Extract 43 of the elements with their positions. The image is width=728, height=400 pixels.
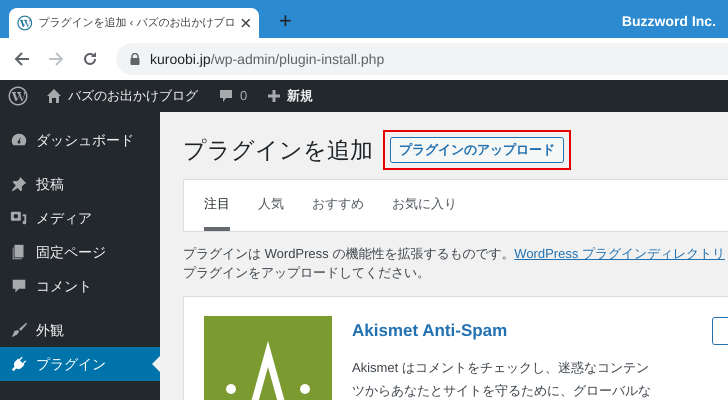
url-path: /wp-admin/plugin-install.php	[210, 50, 384, 66]
back-arrow-icon[interactable]	[14, 51, 30, 67]
sidebar-item[interactable]: 投稿	[0, 167, 160, 201]
lock-icon	[130, 53, 140, 65]
sidebar-item[interactable]: コメント	[0, 269, 160, 303]
new-tab-button[interactable]: +	[279, 10, 292, 32]
filter-tab[interactable]: 注目	[204, 180, 230, 231]
plugin-description-line: Akismet はコメントをチェックし、迷惑なコンテン	[352, 358, 650, 376]
home-icon	[46, 88, 62, 104]
speech-bubble-icon	[10, 277, 28, 295]
install-button[interactable]	[712, 317, 728, 345]
close-icon[interactable]	[241, 18, 251, 28]
address-bar[interactable]: kuroobi.jp/wp-admin/plugin-install.php	[116, 43, 728, 75]
filter-tab[interactable]: 人気	[258, 180, 284, 231]
page-title: プラグインを追加	[183, 138, 373, 162]
profile-name: Buzzword Inc.	[622, 12, 716, 31]
plugin-title-link[interactable]: Akismet Anti-Spam	[352, 318, 662, 344]
wordpress-logo-icon	[17, 15, 33, 31]
new-content-link[interactable]: 新規	[267, 86, 314, 106]
sidebar-item[interactable]: ダッシュボード	[0, 123, 160, 157]
sidebar-item[interactable]: メディア	[0, 201, 160, 235]
current-indicator-icon	[152, 356, 160, 372]
url-domain: kuroobi.jp	[150, 50, 211, 66]
filter-tab[interactable]: お気に入り	[392, 180, 457, 231]
browser-tab[interactable]: プラグインを追加 ‹ バズのお出かけブロ	[9, 8, 259, 38]
filter-tab[interactable]: おすすめ	[312, 180, 364, 231]
wordpress-logo-icon	[8, 86, 28, 106]
speech-bubble-icon	[218, 88, 234, 104]
media-icon	[10, 209, 28, 227]
upload-plugin-button[interactable]: プラグインのアップロード	[390, 137, 564, 163]
sidebar-item[interactable]: 固定ページ	[0, 235, 160, 269]
sidebar-item[interactable]: 外観	[0, 313, 160, 347]
plug-icon	[10, 355, 28, 373]
reload-icon[interactable]	[82, 51, 98, 67]
plugin-description-line: ツからあなたとサイトを守るために、グローバルな	[352, 382, 652, 400]
plugin-directory-link[interactable]: WordPress プラグインディレクトリ	[514, 246, 725, 261]
plus-icon	[267, 89, 282, 103]
pushpin-icon	[10, 175, 28, 193]
paintbrush-icon	[10, 321, 28, 339]
intro-text: プラグインは WordPress の機能性を拡張するものです。WordPress プラグインディレクトリ プラグインをアップロードしてください。	[183, 245, 726, 282]
sidebar-item[interactable]: プラグイン	[0, 347, 160, 381]
site-name-link[interactable]: バズのお出かけブログ	[46, 86, 198, 106]
comments-link[interactable]: 0	[218, 86, 248, 106]
